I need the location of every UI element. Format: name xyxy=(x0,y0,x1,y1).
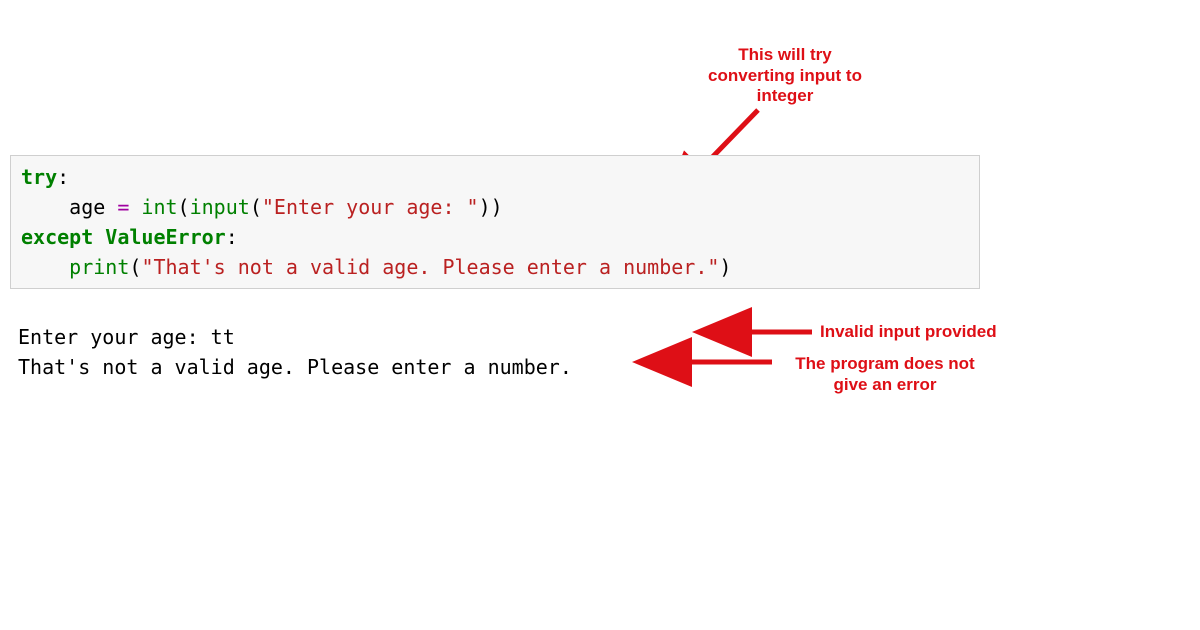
annotation-arrows xyxy=(0,0,1200,630)
space xyxy=(129,195,141,219)
colon: : xyxy=(226,225,238,249)
keyword-try: try xyxy=(21,165,57,189)
keyword-except: except xyxy=(21,225,93,249)
string-enter-age: "Enter your age: " xyxy=(262,195,479,219)
paren-open: ( xyxy=(250,195,262,219)
paren-open: ( xyxy=(178,195,190,219)
func-print: print xyxy=(69,255,129,279)
code-output: Enter your age: tt That's not a valid ag… xyxy=(18,322,572,382)
annotation-invalid-input: Invalid input provided xyxy=(820,322,1010,343)
output-line-1: Enter your age: tt xyxy=(18,325,235,349)
operator-equals: = xyxy=(117,195,129,219)
code-age-assign: age xyxy=(21,195,117,219)
space xyxy=(93,225,105,249)
colon: : xyxy=(57,165,69,189)
paren-close: )) xyxy=(479,195,503,219)
exception-valueerror: ValueError xyxy=(105,225,225,249)
code-cell: try: age = int(input("Enter your age: ")… xyxy=(10,155,980,289)
output-line-2: That's not a valid age. Please enter a n… xyxy=(18,355,572,379)
func-int: int xyxy=(141,195,177,219)
paren-open: ( xyxy=(129,255,141,279)
annotation-no-error: The program does not give an error xyxy=(780,354,990,395)
paren-close: ) xyxy=(719,255,731,279)
func-input: input xyxy=(190,195,250,219)
string-not-valid: "That's not a valid age. Please enter a … xyxy=(141,255,719,279)
annotation-try-convert: This will try converting input to intege… xyxy=(700,45,870,107)
indent xyxy=(21,255,69,279)
